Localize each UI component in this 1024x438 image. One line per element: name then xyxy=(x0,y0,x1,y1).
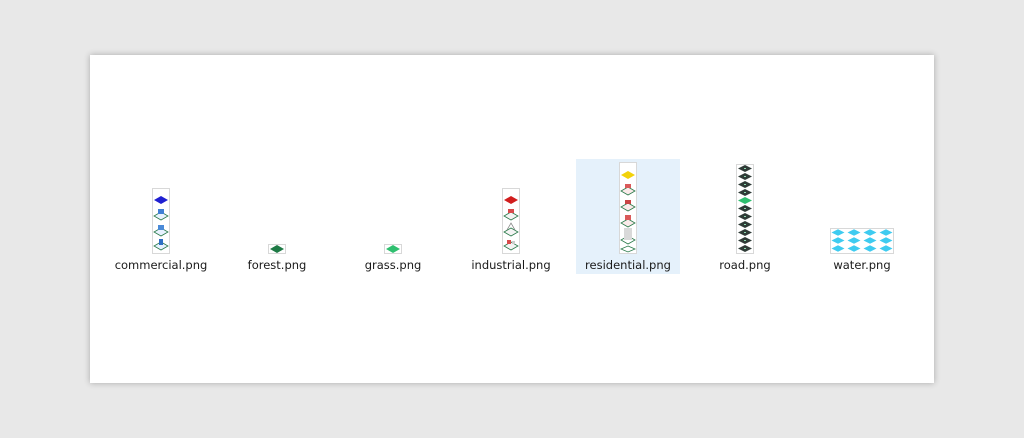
file-name-label: road.png xyxy=(719,258,771,272)
file-item-industrial[interactable]: industrial.png xyxy=(459,159,563,274)
file-name-label: residential.png xyxy=(585,258,671,272)
file-item-water[interactable]: water.png xyxy=(810,159,914,274)
road-sprite-thumbnail xyxy=(736,164,754,254)
residential-sprite-thumbnail xyxy=(619,162,637,254)
file-item-forest[interactable]: forest.png xyxy=(225,159,329,274)
file-name-label: commercial.png xyxy=(114,258,208,272)
file-item-residential[interactable]: residential.png xyxy=(576,159,680,274)
file-item-road[interactable]: road.png xyxy=(693,159,797,274)
file-explorer-content-pane: commercial.png forest.png grass.png indu… xyxy=(90,55,934,383)
industrial-sprite-thumbnail xyxy=(502,188,520,254)
file-name-label: industrial.png xyxy=(471,258,551,272)
commercial-sprite-thumbnail xyxy=(152,188,170,254)
forest-tile-thumbnail xyxy=(268,244,286,254)
file-name-label: water.png xyxy=(833,258,891,272)
file-name-label: forest.png xyxy=(247,258,307,272)
water-sprite-thumbnail xyxy=(830,228,894,254)
file-item-commercial[interactable]: commercial.png xyxy=(109,159,213,274)
grass-tile-thumbnail xyxy=(384,244,402,254)
file-item-grass[interactable]: grass.png xyxy=(341,159,445,274)
file-name-label: grass.png xyxy=(364,258,422,272)
